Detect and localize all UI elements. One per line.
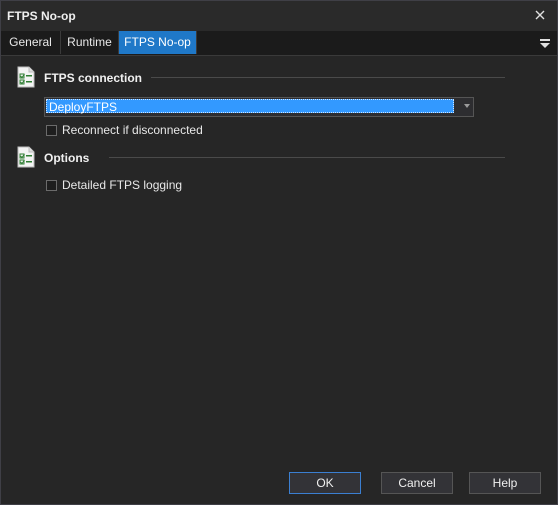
cancel-button[interactable]: Cancel	[381, 472, 453, 494]
tab-menu-button[interactable]	[539, 36, 551, 50]
reconnect-option[interactable]: Reconnect if disconnected	[46, 123, 203, 137]
section-divider	[109, 157, 505, 158]
section-divider	[151, 77, 505, 78]
section-title-options: Options	[44, 151, 90, 165]
reconnect-label[interactable]: Reconnect if disconnected	[62, 123, 203, 137]
tab-ftps-no-op[interactable]: FTPS No-op	[119, 31, 197, 54]
close-button[interactable]	[531, 6, 549, 24]
tab-menu-icon	[540, 39, 550, 48]
section-title-ftps-connection: FTPS connection	[44, 71, 143, 85]
window-title: FTPS No-op	[7, 9, 76, 23]
tab-general[interactable]: General	[1, 31, 61, 54]
detailed-logging-label[interactable]: Detailed FTPS logging	[62, 178, 182, 192]
tab-runtime[interactable]: Runtime	[61, 31, 119, 54]
checklist-icon	[17, 146, 35, 168]
reconnect-checkbox[interactable]	[46, 124, 57, 136]
checklist-icon	[17, 66, 35, 88]
dialog-window: FTPS No-op General Runtime FTPS No-op FT…	[0, 0, 558, 505]
chevron-down-icon[interactable]	[464, 104, 470, 108]
close-icon	[535, 10, 545, 20]
ftps-connection-select[interactable]: DeployFTPS	[44, 97, 474, 117]
ftps-connection-value: DeployFTPS	[46, 99, 454, 114]
dialog-footer: OK Cancel Help	[1, 461, 557, 504]
detailed-logging-option[interactable]: Detailed FTPS logging	[46, 178, 182, 192]
tab-bar: General Runtime FTPS No-op	[1, 31, 557, 56]
detailed-logging-checkbox[interactable]	[46, 179, 57, 191]
ok-button[interactable]: OK	[289, 472, 361, 494]
title-bar: FTPS No-op	[1, 1, 557, 31]
tab-content: FTPS connection DeployFTPS Reconnect if …	[1, 56, 557, 461]
help-button[interactable]: Help	[469, 472, 541, 494]
